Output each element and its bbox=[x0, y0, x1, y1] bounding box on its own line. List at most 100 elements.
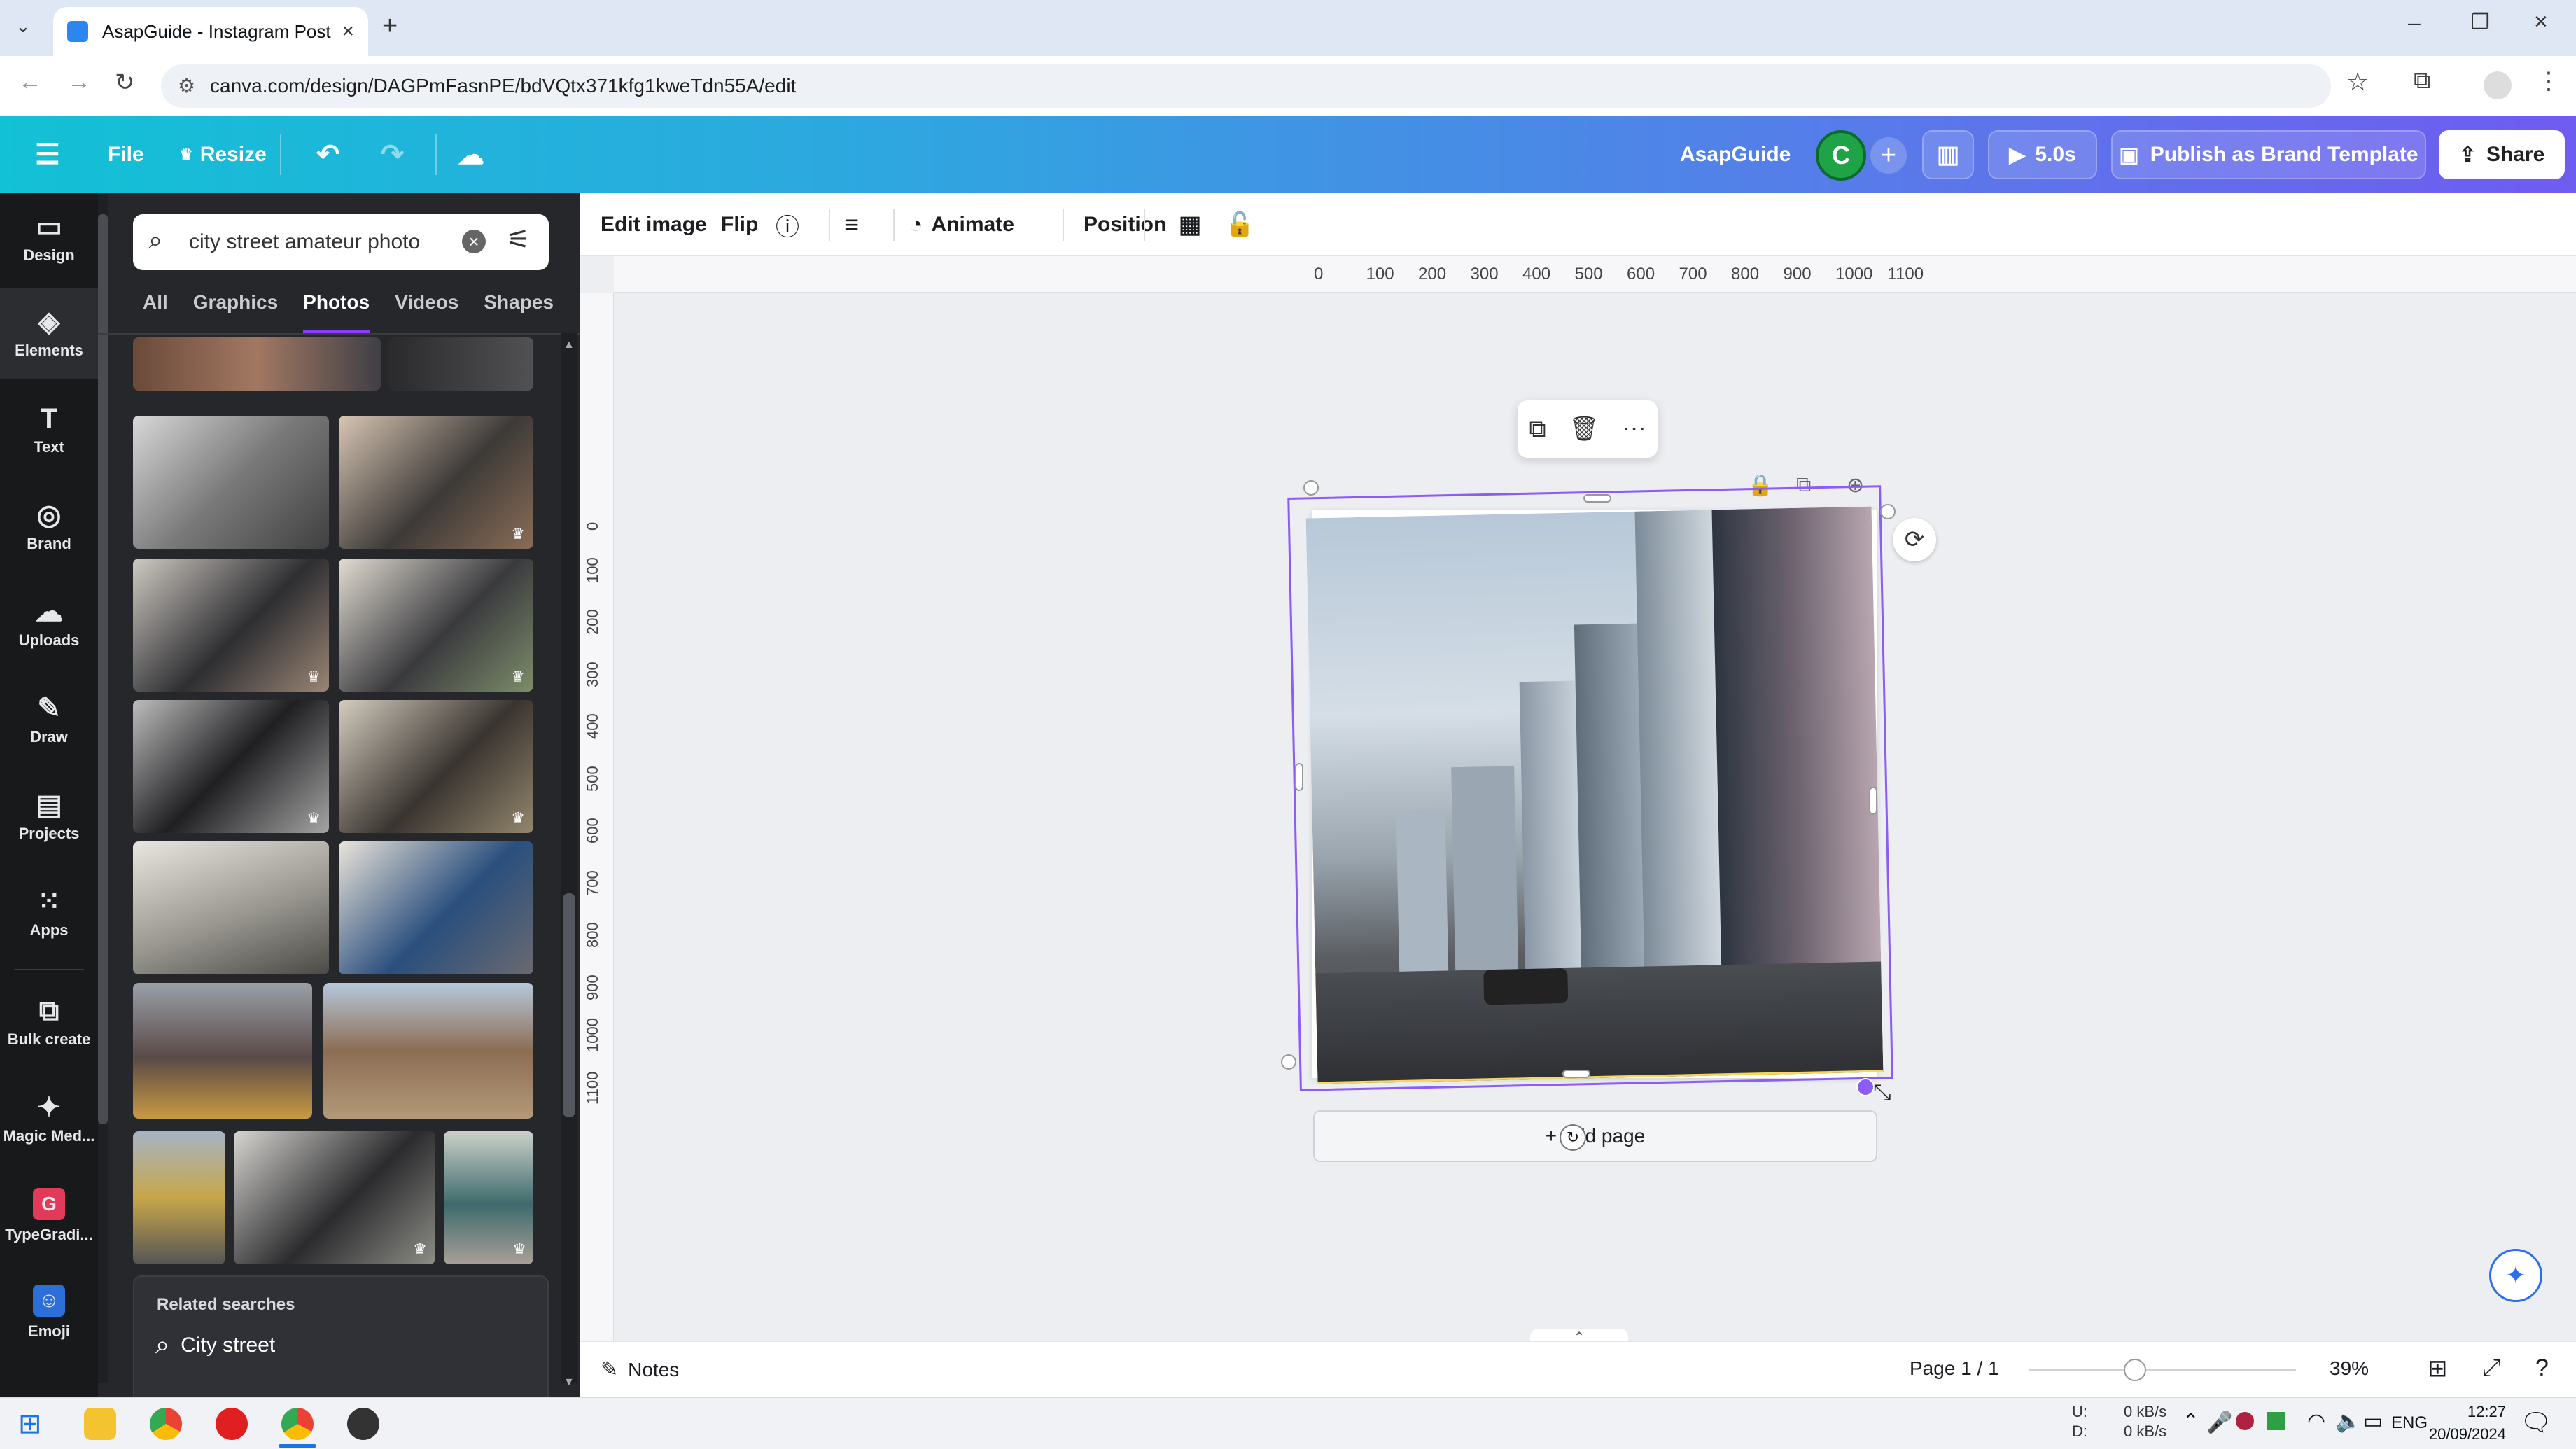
undo-icon[interactable]: ↶ bbox=[316, 116, 340, 193]
delete-icon[interactable]: 🗑 bbox=[1569, 415, 1600, 443]
browser-menu-icon[interactable]: ⋮ bbox=[2537, 67, 2561, 95]
forward-icon[interactable]: → bbox=[67, 69, 91, 96]
battery-icon[interactable]: ▭ bbox=[2363, 1409, 2383, 1434]
profile-avatar[interactable] bbox=[2484, 71, 2512, 99]
resize-handle-tl[interactable] bbox=[1303, 480, 1319, 496]
browser-tab[interactable]: AsapGuide - Instagram Post × bbox=[53, 7, 368, 56]
border-style-icon[interactable]: ≡ bbox=[844, 193, 859, 256]
photo-thumbnail[interactable]: ♛ bbox=[339, 700, 533, 833]
close-window-icon[interactable]: × bbox=[2534, 8, 2548, 36]
team-name[interactable]: AsapGuide bbox=[1680, 116, 1791, 193]
zoom-slider-track[interactable] bbox=[2029, 1368, 2296, 1371]
resize-handle-tr[interactable] bbox=[1880, 504, 1896, 519]
rail-draw[interactable]: ✎ Draw bbox=[0, 675, 98, 766]
close-tab-icon[interactable]: × bbox=[342, 20, 354, 43]
photo-thumbnail[interactable]: ♛ bbox=[133, 559, 329, 692]
resize-button[interactable]: ♛ Resize bbox=[179, 116, 267, 193]
rail-emoji[interactable]: ☺ Emoji bbox=[0, 1267, 98, 1358]
cloud-save-icon[interactable]: ☁ bbox=[458, 116, 484, 193]
photo-thumbnail[interactable]: ♛ bbox=[234, 1131, 435, 1264]
tray-app-icon[interactable] bbox=[2236, 1412, 2254, 1430]
clear-search-icon[interactable]: × bbox=[462, 230, 486, 253]
tab-shapes[interactable]: Shapes bbox=[484, 291, 554, 333]
photo-thumbnail[interactable]: ♛ bbox=[133, 700, 329, 833]
clock[interactable]: 12:27 20/09/2024 bbox=[2415, 1401, 2506, 1446]
page-indicator[interactable]: Page 1 / 1 bbox=[1910, 1357, 1999, 1380]
panel-scrollbar[interactable] bbox=[563, 893, 575, 1117]
help-icon[interactable]: ? bbox=[2535, 1354, 2549, 1382]
transparency-icon[interactable]: ▦ bbox=[1179, 193, 1201, 256]
recorder-icon[interactable] bbox=[216, 1408, 248, 1440]
tab-graphics[interactable]: Graphics bbox=[193, 291, 278, 333]
resize-handle-bl[interactable] bbox=[1281, 1054, 1296, 1070]
zoom-level[interactable]: 39% bbox=[2330, 1357, 2369, 1380]
scroll-down-icon[interactable]: ▼ bbox=[564, 1376, 575, 1389]
rail-apps[interactable]: ⁙ Apps bbox=[0, 868, 98, 959]
info-icon[interactable]: ⓘ bbox=[776, 193, 799, 256]
rail-elements[interactable]: ◈ Elements bbox=[0, 288, 98, 379]
photo-thumbnail[interactable]: ♛ bbox=[444, 1131, 533, 1264]
grid-view-icon[interactable]: ⊞ bbox=[2428, 1354, 2448, 1382]
notifications-icon[interactable]: 🗨 bbox=[2520, 1408, 2552, 1437]
url-field[interactable]: ⚙ canva.com/design/DAGPmFasnPE/bdVQtx371… bbox=[161, 64, 2331, 108]
rotate-handle-icon[interactable]: ⟳ bbox=[1893, 518, 1936, 561]
resize-handle-left[interactable] bbox=[1295, 763, 1303, 791]
scroll-up-icon[interactable]: ▲ bbox=[564, 339, 575, 351]
obs-icon[interactable] bbox=[347, 1408, 379, 1440]
rail-typegradient[interactable]: G TypeGradi... bbox=[0, 1170, 98, 1261]
rail-design[interactable]: ▭ Design bbox=[0, 193, 98, 284]
tab-list-icon[interactable]: ⌄ bbox=[15, 15, 31, 37]
reload-icon[interactable]: ↻ bbox=[115, 69, 135, 97]
site-info-icon[interactable]: ⚙ bbox=[178, 74, 195, 97]
minimize-icon[interactable]: – bbox=[2408, 10, 2421, 36]
new-tab-icon[interactable]: + bbox=[382, 11, 398, 41]
back-icon[interactable]: ← bbox=[18, 69, 42, 96]
magic-assistant-icon[interactable]: ✦ bbox=[2489, 1249, 2542, 1302]
tab-all[interactable]: All bbox=[143, 291, 168, 333]
microphone-icon[interactable]: 🎤 bbox=[2206, 1410, 2232, 1435]
share-button[interactable]: ⇪ Share bbox=[2439, 130, 2565, 179]
notes-button[interactable]: ✎ Notes bbox=[601, 1357, 679, 1382]
bookmark-star-icon[interactable]: ☆ bbox=[2346, 67, 2369, 97]
flip-button[interactable]: Flip bbox=[721, 193, 758, 256]
photo-thumbnail[interactable] bbox=[133, 416, 329, 549]
rail-scrollbar[interactable] bbox=[98, 214, 108, 1124]
zoom-slider-thumb[interactable] bbox=[2124, 1359, 2146, 1381]
lock-icon[interactable]: 🔓 bbox=[1225, 193, 1254, 256]
filter-icon[interactable]: ⚟ bbox=[507, 224, 531, 255]
insights-icon[interactable]: ▥ bbox=[1922, 130, 1974, 179]
file-menu[interactable]: File bbox=[108, 116, 144, 193]
resize-handle-br[interactable] bbox=[1856, 1078, 1875, 1096]
user-avatar[interactable]: C bbox=[1816, 130, 1866, 181]
edit-image-button[interactable]: Edit image bbox=[601, 193, 707, 256]
resize-handle-bottom[interactable] bbox=[1562, 1070, 1590, 1078]
windows-start-icon[interactable]: ⊞ bbox=[18, 1408, 42, 1440]
rail-uploads[interactable]: ☁ Uploads bbox=[0, 578, 98, 669]
photo-thumbnail[interactable] bbox=[323, 983, 533, 1119]
search-input[interactable]: ⌕ city street amateur photo × ⚟ bbox=[133, 214, 549, 270]
file-explorer-icon[interactable] bbox=[84, 1408, 116, 1440]
add-page-button[interactable]: + Add page bbox=[1313, 1110, 1877, 1162]
extensions-icon[interactable]: ⧉ bbox=[2414, 67, 2430, 94]
more-options-icon[interactable]: ⋯ bbox=[1623, 415, 1646, 443]
related-item[interactable]: ⌕ City street bbox=[155, 1330, 275, 1360]
rail-projects[interactable]: ▤ Projects bbox=[0, 771, 98, 862]
chrome-active-icon[interactable] bbox=[281, 1408, 314, 1440]
tray-overflow-icon[interactable]: ⌃ bbox=[2183, 1409, 2199, 1432]
tray-app-icon[interactable] bbox=[2267, 1412, 2285, 1430]
rail-bulk-create[interactable]: ⧉ Bulk create bbox=[0, 977, 98, 1068]
position-button[interactable]: Position bbox=[1063, 193, 1166, 256]
resize-handle-top[interactable] bbox=[1583, 494, 1611, 503]
invite-plus-icon[interactable]: + bbox=[1870, 137, 1907, 174]
photo-thumbnail[interactable] bbox=[133, 337, 381, 391]
rail-magic-media[interactable]: ✦ Magic Med... bbox=[0, 1074, 98, 1165]
resize-handle-right[interactable] bbox=[1869, 787, 1877, 815]
animate-button[interactable]: ◔ Animate bbox=[909, 193, 1014, 256]
publish-brand-template-button[interactable]: ▣ Publish as Brand Template bbox=[2111, 130, 2426, 179]
restore-icon[interactable]: ❐ bbox=[2471, 10, 2490, 34]
duplicate-icon[interactable]: ⧉ bbox=[1529, 416, 1546, 443]
fullscreen-icon[interactable]: ⤢ bbox=[2482, 1354, 2501, 1382]
photo-thumbnail[interactable]: ♛ bbox=[339, 559, 533, 692]
tab-videos[interactable]: Videos bbox=[395, 291, 458, 333]
photo-thumbnail[interactable] bbox=[133, 1131, 225, 1264]
